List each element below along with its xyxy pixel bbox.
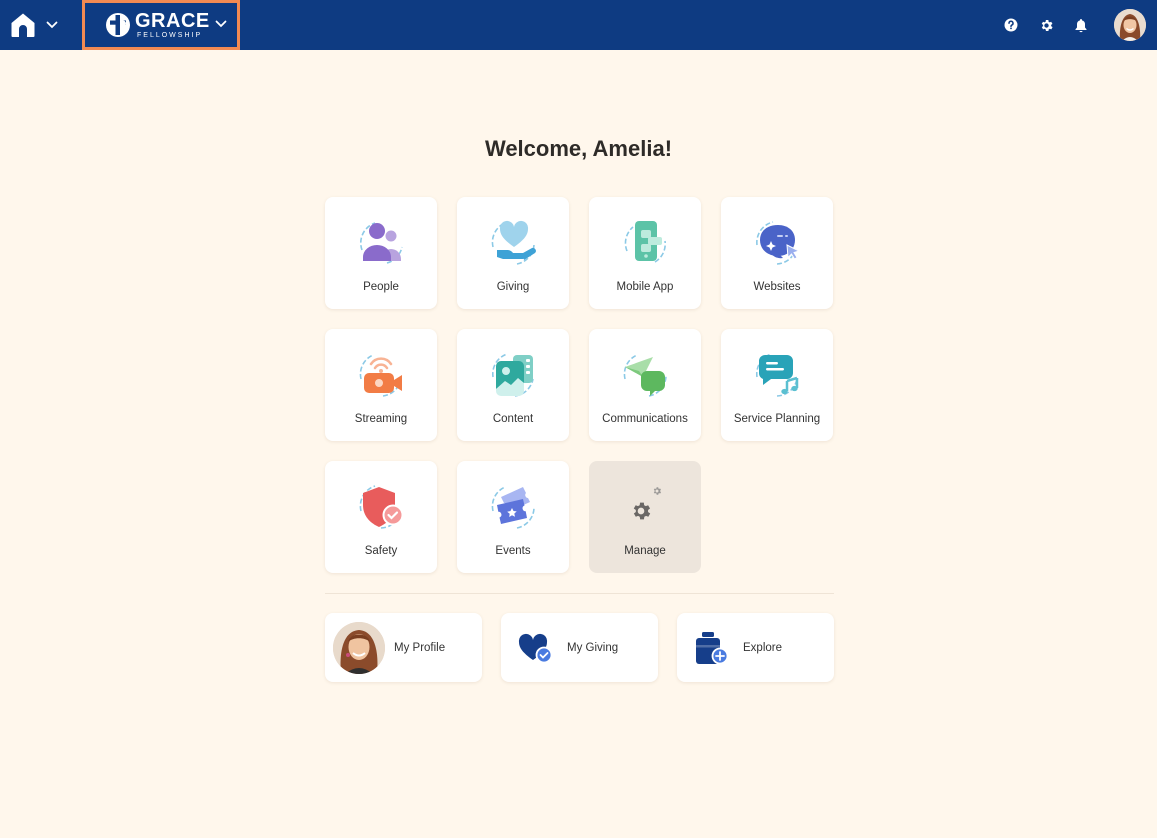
org-subtitle: FELLOWSHIP [137,32,203,39]
chevron-down-icon [215,20,227,28]
quick-link-label: My Profile [394,641,446,654]
app-tile-label: Content [492,413,534,425]
top-bar: GRACE FELLOWSHIP [0,0,1157,50]
profile-avatar [333,621,385,674]
app-tile-communications[interactable]: Communications [589,329,701,441]
app-tile-mobile-app[interactable]: Mobile App [589,197,701,309]
chevron-down-icon [46,21,58,29]
app-tile-label: Manage [624,545,666,557]
app-tile-streaming[interactable]: Streaming [325,329,437,441]
gear-icon [1041,19,1053,31]
mobile-app-icon [624,221,667,263]
app-tile-label: Giving [496,281,530,293]
quick-link-label: My Giving [567,641,619,654]
app-tile-giving[interactable]: Giving [457,197,569,309]
quick-link-explore[interactable]: Explore [677,613,834,682]
quick-link-my-profile[interactable]: My Profile [325,613,482,682]
app-tile-label: Safety [364,545,398,557]
app-tile-safety[interactable]: Safety [325,461,437,573]
notifications-button[interactable] [1073,17,1089,33]
people-icon [359,222,403,264]
content-icon [491,353,534,397]
app-tile-label: Mobile App [616,281,674,293]
quick-link-label: Explore [743,641,782,654]
org-name: GRACE [135,10,210,32]
app-tile-label: People [363,281,399,293]
explore-plus-icon [696,631,729,664]
bell-icon [1075,18,1087,32]
welcome-heading: Welcome, Amelia! [484,136,673,161]
organization-switcher[interactable]: GRACE FELLOWSHIP [82,0,240,50]
help-button[interactable] [1003,17,1019,33]
app-tile-people[interactable]: People [325,197,437,309]
avatar [1114,9,1146,41]
app-tile-service-planning[interactable]: Service Planning [721,329,833,441]
settings-button[interactable] [1038,17,1054,33]
app-tile-label: Service Planning [733,413,821,425]
help-icon [1004,18,1018,32]
home-icon [11,13,35,37]
service-planning-icon [755,353,799,397]
communications-icon [623,354,667,397]
app-tile-manage[interactable]: Manage [589,461,701,573]
safety-icon [359,485,404,529]
grace-fellowship-logo: GRACE FELLOWSHIP [105,11,210,39]
section-divider [325,593,834,594]
giving-icon [491,220,536,265]
heart-check-icon [518,633,553,663]
streaming-icon [359,354,402,397]
app-tile-label: Websites [753,281,801,293]
quick-link-my-giving[interactable]: My Giving [501,613,658,682]
app-tile-content[interactable]: Content [457,329,569,441]
manage-gear-icon [633,487,662,520]
websites-icon [756,221,801,265]
events-icon [491,486,535,529]
app-tile-label: Streaming [354,413,408,425]
cross-logo-icon [106,13,130,37]
app-tile-label: Communications [602,413,688,425]
user-avatar-button[interactable] [1114,9,1146,41]
app-tile-events[interactable]: Events [457,461,569,573]
app-tile-websites[interactable]: Websites [721,197,833,309]
home-menu-button[interactable] [10,7,70,43]
app-tile-label: Events [495,545,531,557]
